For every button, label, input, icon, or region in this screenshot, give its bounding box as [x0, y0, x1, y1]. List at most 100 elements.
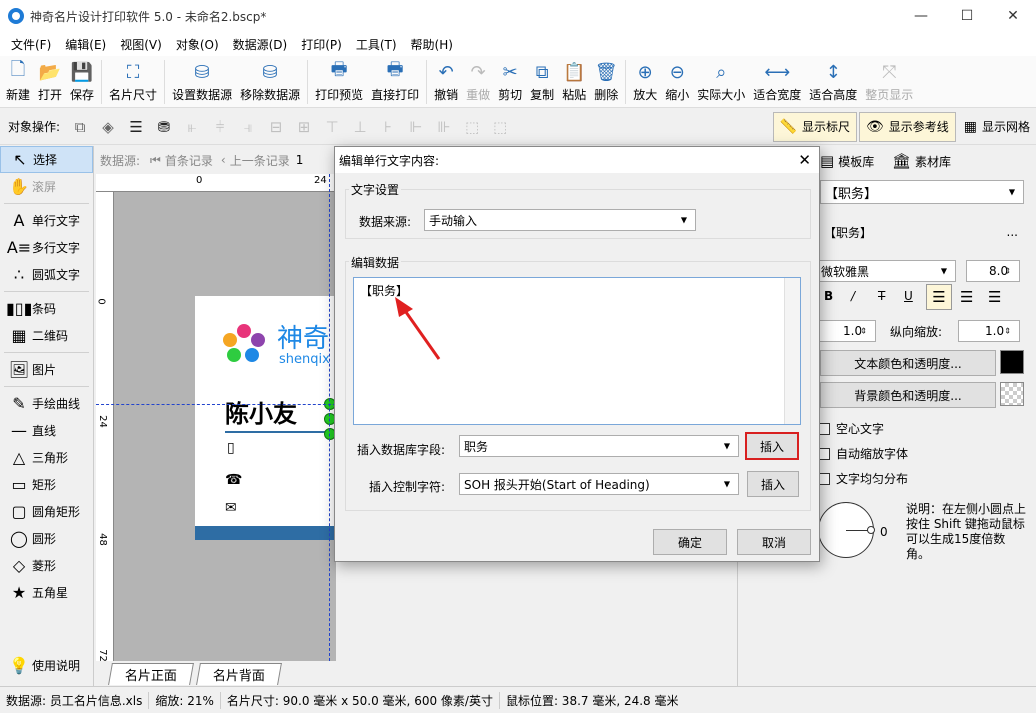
menu-item-2[interactable]: 视图(V)	[113, 36, 169, 53]
toggle-grid[interactable]: ▦ 显示网格	[958, 112, 1036, 142]
menu-item-6[interactable]: 工具(T)	[349, 36, 404, 53]
rotation-handle[interactable]	[867, 526, 875, 534]
layer-bottom-icon[interactable]: ⛃	[153, 116, 175, 138]
hollow-text-checkbox[interactable]: 空心文字	[818, 420, 884, 437]
fit-height-button[interactable]: ↕ 适合高度	[805, 56, 861, 108]
tool-ellipse[interactable]: ◯ 圆形	[0, 525, 93, 552]
italic-button[interactable]: /	[851, 289, 855, 303]
tool-single-line-text[interactable]: A 单行文字	[0, 207, 93, 234]
business-card[interactable]: 神奇 shenqix 陈小友 ▯ ☎ ✉	[195, 296, 337, 540]
card-size-button[interactable]: ⛶ 名片尺寸	[105, 56, 161, 108]
menu-item-3[interactable]: 对象(O)	[169, 36, 226, 53]
tool-line[interactable]: — 直线	[0, 417, 93, 444]
tool-diamond[interactable]: ◇ 菱形	[0, 552, 93, 579]
remove-datasource-button[interactable]: ⛁ 移除数据源	[236, 56, 304, 108]
tool-image[interactable]: 🖼 图片	[0, 356, 93, 383]
text-color-swatch[interactable]	[1000, 350, 1024, 374]
align-right-icon[interactable]: ⫣	[237, 116, 259, 138]
zoom-in-button[interactable]: ⊕ 放大	[629, 56, 661, 108]
auto-scale-checkbox[interactable]: 自动缩放字体	[818, 445, 908, 462]
tab-front[interactable]: 名片正面	[108, 663, 194, 685]
tool-pan[interactable]: ✋ 滚屏	[0, 173, 93, 200]
first-record-icon[interactable]: ⏮	[150, 153, 161, 168]
tool-select[interactable]: ↖ 选择	[0, 146, 93, 173]
tab-template-library[interactable]: ▤ 模板库	[820, 150, 874, 172]
undo-button[interactable]: ↶ 撤销	[430, 56, 462, 108]
font-size-stepper[interactable]: 8.0 ⇕	[966, 260, 1020, 282]
tool-rectangle[interactable]: ▭ 矩形	[0, 471, 93, 498]
group-icon[interactable]: ⬚	[461, 116, 483, 138]
insert-field-button[interactable]: 插入	[745, 432, 799, 460]
vertical-scale-stepper[interactable]: 1.0 ⇕	[958, 320, 1020, 342]
save-button[interactable]: 💾 保存	[66, 56, 98, 108]
tool-rounded-rect[interactable]: ▢ 圆角矩形	[0, 498, 93, 525]
tool-freehand[interactable]: ✎ 手绘曲线	[0, 390, 93, 417]
tool-arc-text[interactable]: ∴ 圆弧文字	[0, 261, 93, 288]
copy-button[interactable]: ⧉ 复制	[526, 56, 558, 108]
layer-down-icon[interactable]: ◈	[97, 116, 119, 138]
minimize-button[interactable]: —	[898, 0, 944, 32]
layer-top-icon[interactable]: ☰	[125, 116, 147, 138]
underline-button[interactable]: U	[904, 289, 913, 303]
set-datasource-button[interactable]: ⛁ 设置数据源	[168, 56, 236, 108]
strike-button[interactable]: T	[878, 289, 885, 303]
maximize-button[interactable]: ☐	[944, 0, 990, 32]
even-distribute-checkbox[interactable]: 文字均匀分布	[818, 470, 908, 487]
print-preview-button[interactable]: 🖶 打印预览	[311, 56, 367, 108]
align-left-icon[interactable]: ⫦	[181, 116, 203, 138]
align-right-text-icon[interactable]: ☰	[988, 288, 1001, 306]
tool-qrcode[interactable]: ▦ 二维码	[0, 322, 93, 349]
tool-multi-line-text[interactable]: A≡ 多行文字	[0, 234, 93, 261]
new-button[interactable]: 🗋 新建	[2, 56, 34, 108]
redo-button[interactable]: ↷ 重做	[462, 56, 494, 108]
actual-size-button[interactable]: ⌕ 实际大小	[693, 56, 749, 108]
layer-up-icon[interactable]: ⧉	[69, 116, 91, 138]
bg-color-button[interactable]: 背景颜色和透明度...	[820, 382, 996, 408]
spacing-stepper[interactable]: 1.0 ⇕	[818, 320, 876, 342]
close-window-button[interactable]: ✕	[990, 0, 1036, 32]
prev-record-icon[interactable]: ‹	[221, 153, 226, 167]
menu-item-7[interactable]: 帮助(H)	[404, 36, 460, 53]
first-record-button[interactable]: 首条记录	[165, 152, 213, 169]
insert-ctrl-button[interactable]: 插入	[747, 471, 799, 497]
whole-page-button[interactable]: ⤧ 整页显示	[861, 56, 917, 108]
toggle-ruler[interactable]: 📏 显示标尺	[772, 111, 857, 142]
zoom-out-button[interactable]: ⊖ 缩小	[661, 56, 693, 108]
align-left-text-icon[interactable]: ☰	[926, 284, 952, 310]
align-center-icon[interactable]: ⫩	[209, 116, 231, 138]
align-middle-icon[interactable]: ⊥	[349, 116, 371, 138]
menu-item-4[interactable]: 数据源(D)	[226, 36, 295, 53]
tool-triangle[interactable]: △ 三角形	[0, 444, 93, 471]
paste-button[interactable]: 📋 粘贴	[558, 56, 590, 108]
tab-material-library[interactable]: 🏛 素材库	[892, 150, 951, 172]
cancel-button[interactable]: 取消	[737, 529, 811, 555]
textarea-scrollbar[interactable]	[784, 278, 800, 424]
text-color-button[interactable]: 文本颜色和透明度...	[820, 350, 996, 376]
cut-button[interactable]: ✂ 剪切	[494, 56, 526, 108]
bg-color-swatch[interactable]	[1000, 382, 1024, 406]
tool-star[interactable]: ★ 五角星	[0, 579, 93, 606]
direct-print-button[interactable]: 🖶 直接打印	[367, 56, 423, 108]
tab-back[interactable]: 名片背面	[196, 663, 282, 685]
rotation-dial[interactable]	[818, 502, 875, 558]
menu-item-5[interactable]: 打印(P)	[294, 36, 349, 53]
same-height-icon[interactable]: ⊪	[433, 116, 455, 138]
distribute-v-icon[interactable]: ⊞	[293, 116, 315, 138]
align-bottom-icon[interactable]: ⊦	[377, 116, 399, 138]
ctrl-char-select[interactable]: SOH 报头开始(Start of Heading) ▼	[459, 473, 739, 495]
prev-record-button[interactable]: 上一条记录	[230, 152, 290, 169]
help-button[interactable]: 💡 使用说明	[0, 652, 80, 679]
menu-item-0[interactable]: 文件(F)	[4, 36, 58, 53]
ungroup-icon[interactable]: ⬚	[489, 116, 511, 138]
align-center-text-icon[interactable]: ☰	[960, 288, 973, 306]
content-more-button[interactable]: ...	[1007, 225, 1018, 239]
source-select[interactable]: 手动输入 ▼	[424, 209, 696, 231]
delete-button[interactable]: 🗑 删除	[590, 56, 622, 108]
content-field[interactable]: 【职务】 ...	[820, 220, 1024, 244]
bold-button[interactable]: B	[824, 289, 833, 303]
dialog-close-icon[interactable]: ✕	[798, 151, 811, 169]
distribute-h-icon[interactable]: ⊟	[265, 116, 287, 138]
tool-barcode[interactable]: ▮▯▮ 条码	[0, 295, 93, 322]
object-select[interactable]: 【职务】 ▼	[820, 180, 1024, 204]
toggle-eye[interactable]: 👁 显示参考线	[858, 111, 956, 142]
